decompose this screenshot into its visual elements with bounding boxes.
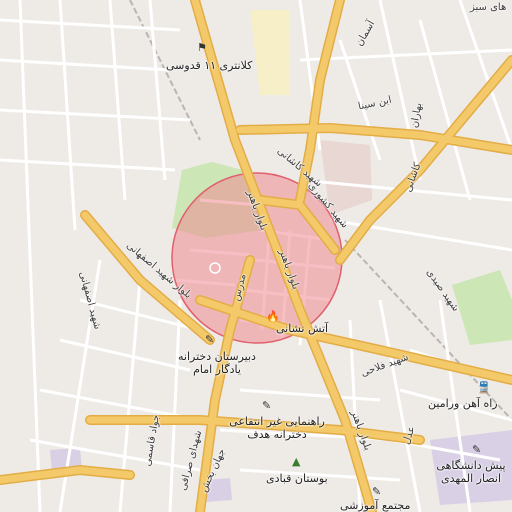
school-icon-3[interactable]: ✎ [472,444,481,456]
railway-station-label: راه آهن ورامین [428,397,498,410]
school-icon-4[interactable]: ✎ [372,486,381,498]
map-view[interactable]: ⚑ کلانتری ۱۱ قدوسی ابن سینا آسمان های سب… [0,0,512,512]
edu-complex-label: مجتمع آموزشی [340,499,411,512]
university-label: پیش دانشگاهی انصار المهدی [436,459,506,485]
school-icon-2[interactable]: ✎ [262,400,271,412]
guidance-school-label: راهنمایی غیر انتفاعی دخترانه هدف [229,415,325,441]
train-icon[interactable]: 🚆 [477,382,491,394]
park-ghobadi-label: بوستان قبادی [266,472,328,485]
police-icon[interactable]: ⚑ [197,42,207,54]
girls-school-label: دبیرستان دخترانه یادگار امام [178,350,256,376]
street-label-sabz: های سبز [470,2,507,13]
fire-station-label: آتش نشانی [276,322,329,335]
tree-icon[interactable]: ▲ [292,456,300,468]
police-station-label: کلانتری ۱۱ قدوسی [166,59,253,72]
school-icon[interactable]: ✎ [205,334,214,346]
